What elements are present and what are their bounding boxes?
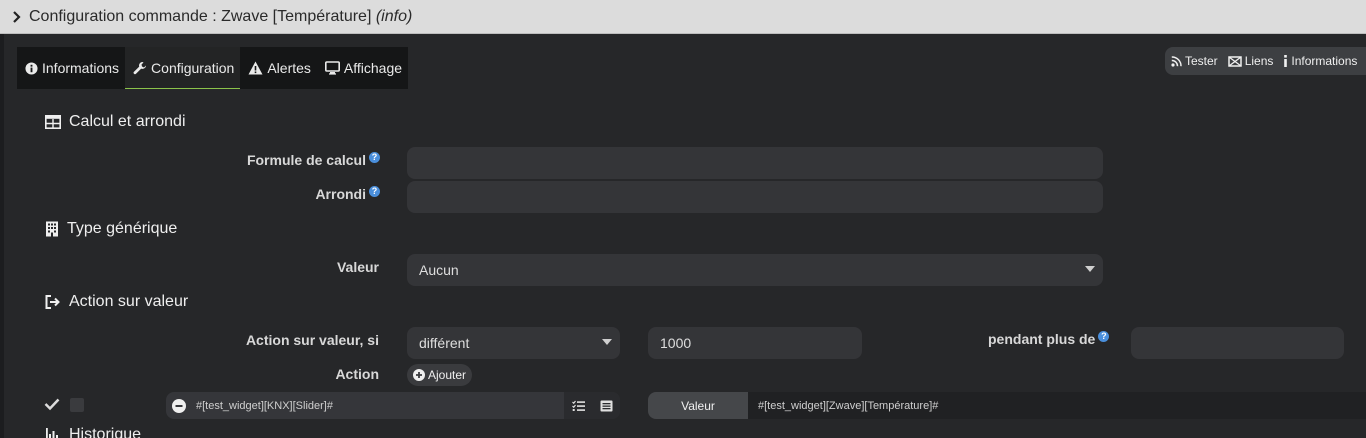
help-icon[interactable]: ? (369, 186, 380, 197)
monitor-icon (324, 61, 340, 75)
pendant-label: pendant plus de? (988, 331, 1110, 347)
action-sur-valeur-label: Action sur valeur, si (245, 332, 379, 348)
table-icon (45, 115, 61, 129)
add-action-button[interactable]: Ajouter (407, 364, 473, 386)
tab-alertes[interactable]: Alertes (240, 47, 317, 89)
help-icon[interactable]: ? (369, 152, 380, 163)
chevron-right-icon[interactable] (12, 9, 22, 25)
dialog-titlebar: Configuration commande : Zwave [Températ… (0, 0, 1366, 34)
section-type-generique: Type générique (45, 220, 177, 238)
action-command-row: #[test_widget][KNX][Slider]# (166, 392, 620, 419)
plus-circle-icon (413, 369, 425, 381)
dialog-body (4, 34, 1366, 438)
chevron-down-icon (1085, 266, 1095, 272)
info-icon (1284, 55, 1288, 67)
action-value-label: Valeur (648, 392, 748, 419)
link-diagram-icon (1227, 55, 1242, 67)
check-icon[interactable] (44, 397, 60, 411)
pendant-input[interactable] (1131, 327, 1344, 359)
building-icon (46, 221, 58, 237)
action-enable-checkbox[interactable] (70, 398, 84, 412)
chevron-down-icon (602, 339, 612, 345)
dialog-title: Configuration commande : Zwave [Températ… (29, 8, 413, 25)
arrondi-input[interactable] (407, 181, 1103, 213)
sign-out-icon (45, 295, 60, 309)
liens-button[interactable]: Liens (1227, 54, 1273, 68)
formule-label: Formule de calcul? (247, 152, 380, 168)
action-label: Action (335, 366, 379, 382)
warning-icon (248, 61, 263, 75)
command-buttons (564, 392, 620, 419)
list-check-icon[interactable] (571, 400, 585, 412)
list-alt-icon[interactable] (600, 400, 613, 412)
action-value-row: Valeur #[test_widget][Zwave][Température… (648, 392, 1366, 419)
section-calcul-et-arrondi: Calcul et arrondi (45, 113, 186, 131)
rss-icon (1171, 55, 1182, 67)
bar-chart-icon (46, 428, 58, 438)
minus-circle-icon[interactable] (172, 398, 186, 413)
command-toolbar: Tester Liens Informations (1165, 47, 1366, 75)
formule-input[interactable] (407, 147, 1103, 179)
tab-bar: Informations Configuration Alertes Affic… (17, 47, 409, 89)
action-command-input[interactable]: #[test_widget][KNX][Slider]# (196, 400, 333, 412)
condition-select[interactable]: différent (407, 327, 620, 359)
informations-button[interactable]: Informations (1283, 54, 1357, 68)
section-historique: Historique (45, 426, 141, 438)
tester-button[interactable]: Tester (1171, 54, 1218, 68)
condition-value-input[interactable]: 1000 (648, 327, 862, 359)
arrondi-label: Arrondi? (315, 186, 380, 202)
wrench-icon (133, 61, 147, 74)
tab-affichage[interactable]: Affichage (317, 47, 408, 89)
action-value-input[interactable]: #[test_widget][Zwave][Température]# (748, 392, 1366, 419)
section-action-sur-valeur: Action sur valeur (45, 293, 188, 311)
help-icon[interactable]: ? (1098, 331, 1110, 342)
valeur-label: Valeur (336, 259, 379, 275)
generic-type-select[interactable]: Aucun (407, 254, 1103, 286)
tab-configuration[interactable]: Configuration (125, 47, 241, 89)
info-circle-icon (25, 61, 38, 75)
tab-informations[interactable]: Informations (17, 47, 125, 89)
